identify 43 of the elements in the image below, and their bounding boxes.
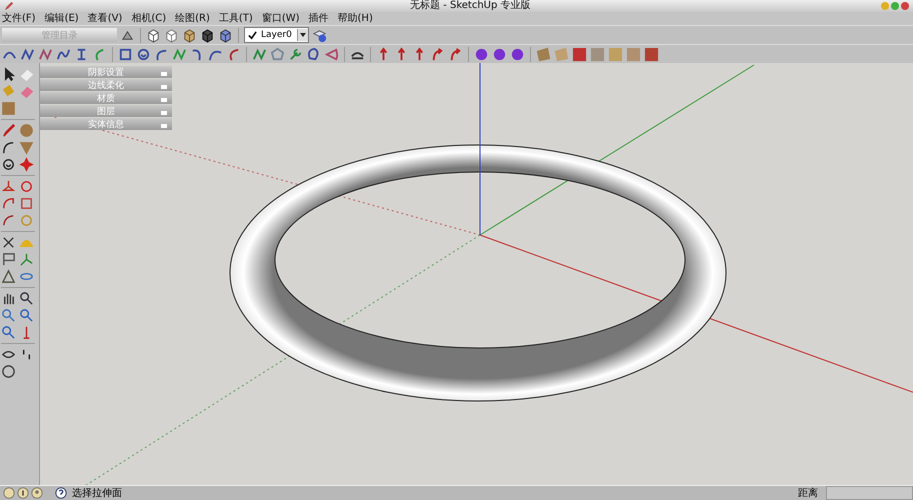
tile-icon[interactable]	[644, 46, 659, 62]
menu-item[interactable]: 文件(F)	[2, 12, 36, 24]
loop-icon[interactable]	[306, 46, 321, 62]
square-icon[interactable]	[1, 101, 16, 116]
arc-icon[interactable]	[1, 140, 16, 155]
layer-dropdown[interactable]: Layer0	[244, 27, 309, 43]
tile-icon[interactable]	[590, 46, 605, 62]
star-icon[interactable]	[19, 157, 34, 172]
tile-icon[interactable]	[626, 46, 641, 62]
arrow-curve-icon[interactable]	[448, 46, 463, 62]
menu-item[interactable]: 工具(T)	[218, 12, 253, 24]
pencil-icon[interactable]	[1, 123, 16, 138]
tile-icon[interactable]	[572, 46, 587, 62]
menu-item[interactable]: 插件	[308, 12, 329, 24]
zigzag-icon[interactable]	[172, 46, 187, 62]
menu-item[interactable]: 绘图(R)	[175, 12, 210, 24]
tile-icon[interactable]	[608, 46, 623, 62]
measurements-field[interactable]	[826, 486, 913, 500]
menu-item[interactable]: 帮助(H)	[338, 12, 373, 24]
zigzag-icon[interactable]	[252, 46, 267, 62]
square-icon[interactable]	[118, 46, 133, 62]
cube-icon[interactable]	[164, 28, 179, 42]
window-title: 无标题 - SketchUp 专业版	[410, 0, 531, 12]
menu-item[interactable]: 查看(V)	[88, 12, 122, 24]
measurements-label: 距离	[798, 486, 818, 500]
textured-cube-icon[interactable]	[182, 28, 197, 42]
close-button[interactable]	[901, 2, 909, 10]
zigzag-icon[interactable]	[20, 46, 35, 62]
arrow-curve-icon[interactable]	[430, 46, 445, 62]
polygon-icon[interactable]	[270, 46, 285, 62]
maximize-button[interactable]	[891, 2, 899, 10]
menu-item[interactable]: 编辑(E)	[44, 12, 79, 24]
menu-item[interactable]: 相机(C)	[131, 12, 166, 24]
info-icon[interactable]	[17, 487, 29, 499]
layers-icon[interactable]	[312, 28, 327, 42]
menu-item[interactable]: 窗口(W)	[262, 12, 300, 24]
help-icon[interactable]	[55, 487, 67, 499]
status-message: 选择拉伸面	[72, 486, 122, 500]
magnifier-icon[interactable]	[19, 291, 34, 306]
wrench-icon[interactable]	[288, 46, 303, 62]
zigzag-icon[interactable]	[38, 46, 53, 62]
toolbar-label: 管理目录	[42, 30, 78, 42]
wave-icon[interactable]	[56, 46, 71, 62]
